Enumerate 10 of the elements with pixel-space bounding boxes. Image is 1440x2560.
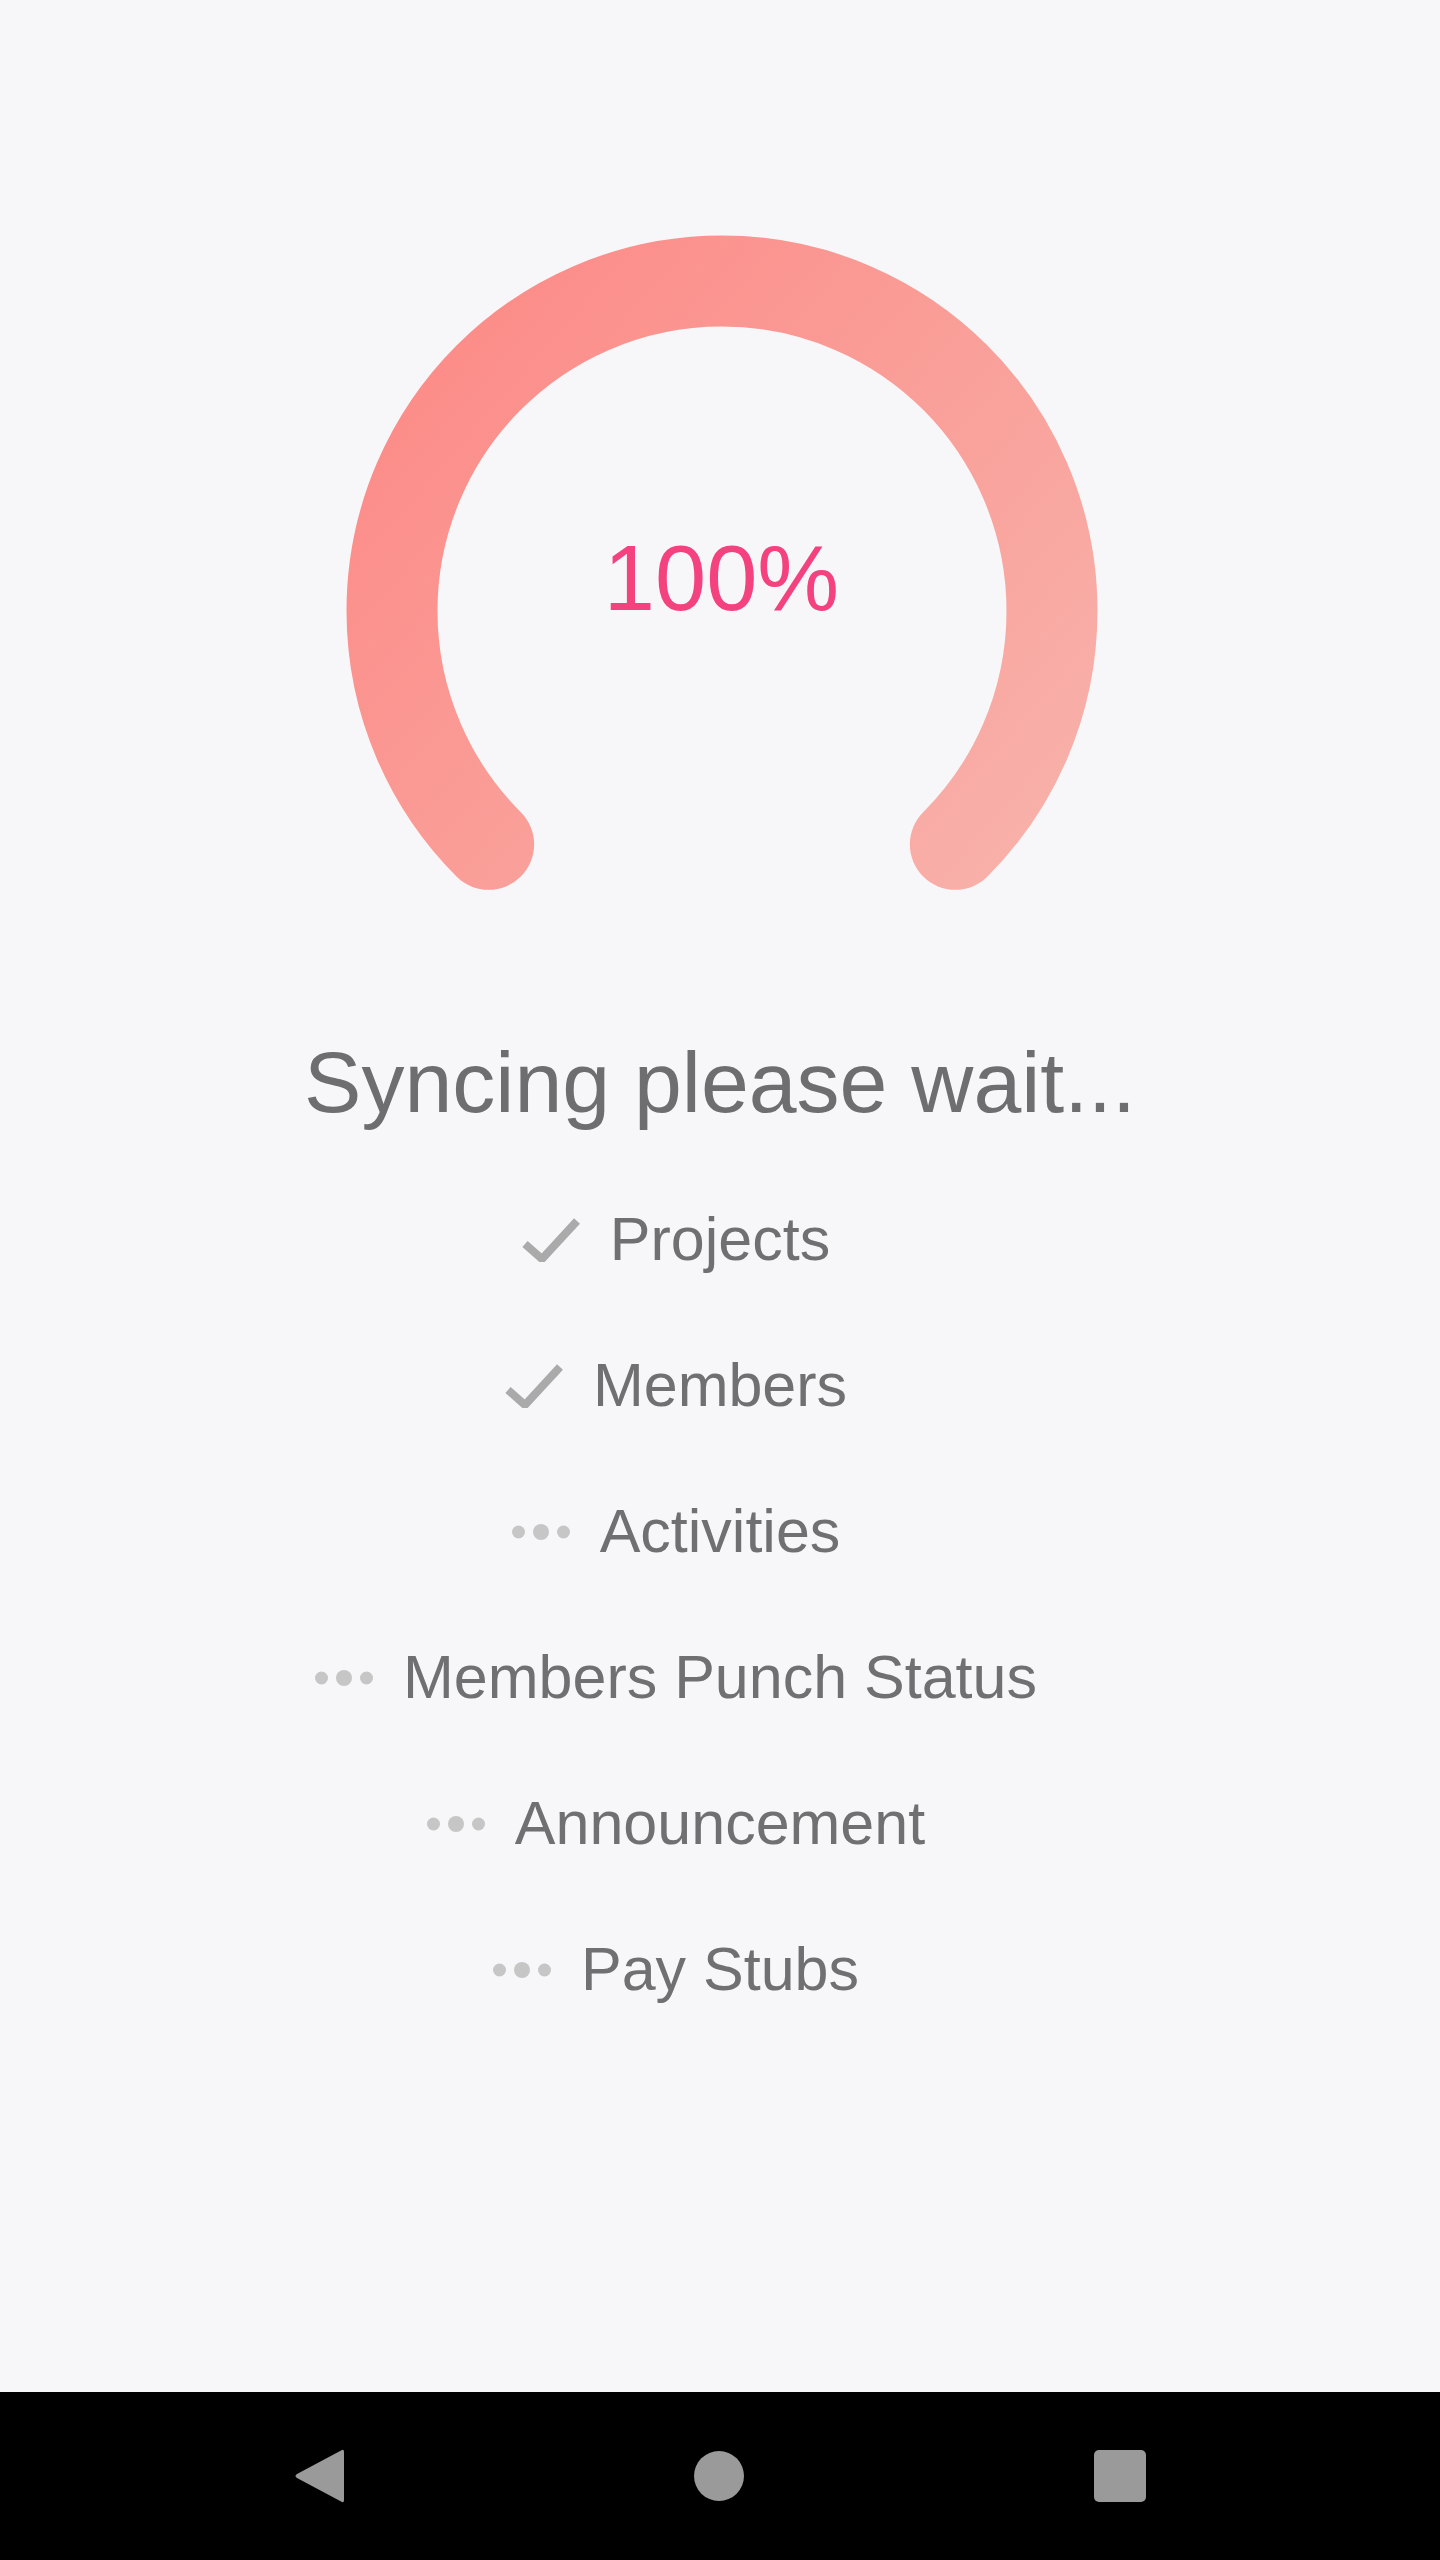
- sync-item-label: Activities: [599, 1496, 841, 1568]
- sync-item-label: Projects: [609, 1204, 831, 1276]
- back-icon[interactable]: [294, 2448, 344, 2504]
- sync-item-label: Pay Stubs: [580, 1934, 859, 2006]
- sync-item-label: Members: [592, 1350, 848, 1422]
- home-icon[interactable]: [694, 2451, 744, 2501]
- sync-status-title: Syncing please wait...: [304, 1033, 1136, 1132]
- sync-item-label: Announcement: [514, 1788, 926, 1860]
- progress-percentage: 100%: [602, 526, 841, 631]
- sync-item-label: Members Punch Status: [403, 1642, 1037, 1714]
